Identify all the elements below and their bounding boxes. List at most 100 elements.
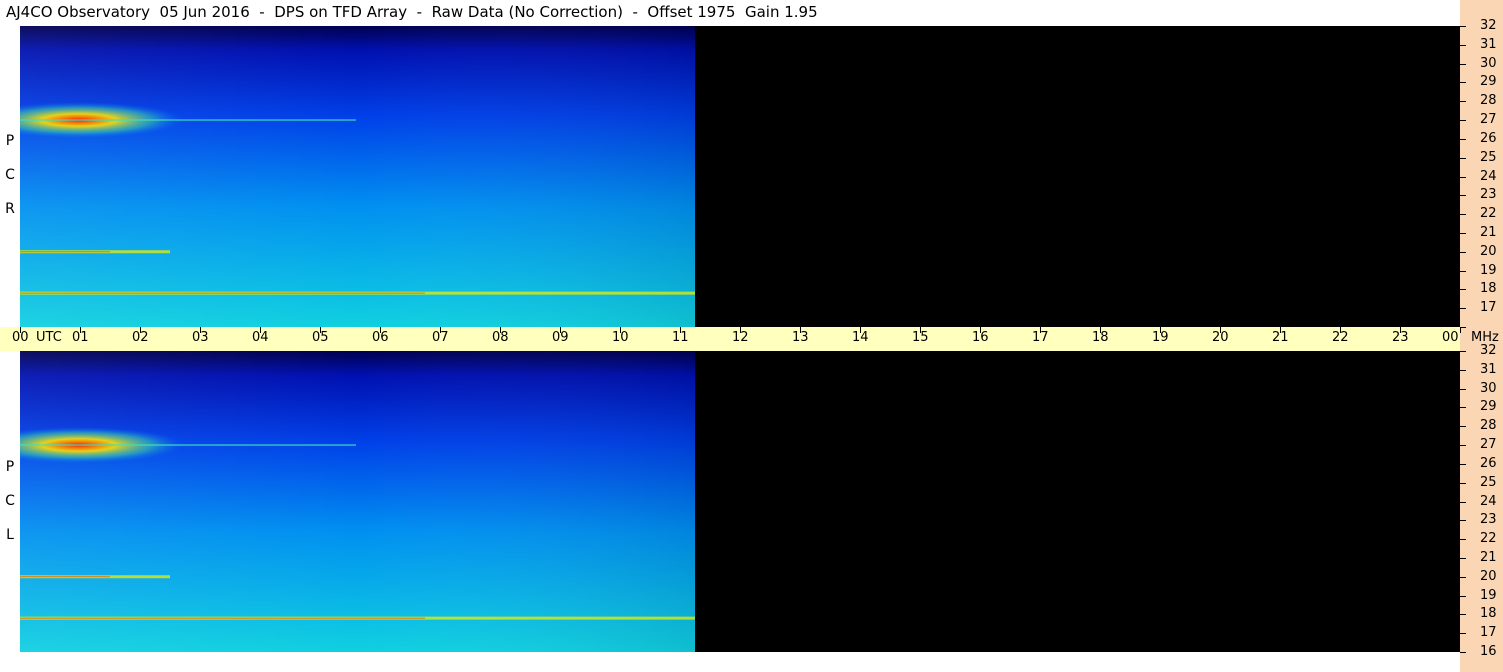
rcp-mhz-label-17: 17: [1480, 300, 1497, 316]
utc-tick-mark-6: [380, 327, 381, 333]
lcp-mhz-tick-29: [1460, 407, 1466, 409]
lcp-mhz-tick-23: [1460, 520, 1466, 522]
lcp-mhz-tick-20: [1460, 576, 1466, 578]
rcp-mhz-tick-30: [1460, 63, 1466, 65]
utc-tick-mark-3: [200, 327, 201, 333]
rcp-spectrogram: [20, 26, 1460, 327]
lcp-mhz-label-17: 17: [1480, 625, 1497, 641]
rcp-mhz-tick-25: [1460, 157, 1466, 159]
rcp-mhz-tick-28: [1460, 101, 1466, 103]
utc-tick-mark-15: [920, 327, 921, 333]
lcp-feature-1-core: [20, 617, 425, 619]
lcp-label-1: P: [5, 459, 15, 475]
lcp-mhz-tick-25: [1460, 482, 1466, 484]
rcp-label-2: C: [5, 167, 15, 183]
lcp-shade: [20, 351, 695, 652]
rcp-mhz-label-25: 25: [1480, 149, 1497, 165]
lcp-mhz-tick-21: [1460, 557, 1466, 559]
lcp-mhz-label-27: 27: [1480, 437, 1497, 453]
lcp-feature-0-streak: [20, 444, 356, 447]
lcp-mhz-label-22: 22: [1480, 531, 1497, 547]
utc-tick-mark-7: [440, 327, 441, 333]
rcp-mhz-label-31: 31: [1480, 36, 1497, 52]
utc-tick-mark-0: [20, 327, 21, 333]
rcp-mhz-label-28: 28: [1480, 93, 1497, 109]
rcp-label-3: R: [5, 201, 15, 217]
lcp-mhz-tick-19: [1460, 595, 1466, 597]
rcp-mhz-tick-17: [1460, 308, 1466, 310]
rcp-mhz-label-23: 23: [1480, 187, 1497, 203]
lcp-mhz-tick-31: [1460, 369, 1466, 371]
rcp-mhz-tick-22: [1460, 214, 1466, 216]
utc-tick-mark-8: [500, 327, 501, 333]
chart-title: AJ4CO Observatory 05 Jun 2016 - DPS on T…: [6, 3, 818, 21]
utc-tick-mark-13: [800, 327, 801, 333]
lcp-mhz-label-21: 21: [1480, 549, 1497, 565]
lcp-mhz-tick-16: [1460, 652, 1466, 653]
rcp-mhz-tick-24: [1460, 176, 1466, 178]
utc-tick-mark-19: [1160, 327, 1161, 333]
utc-tick-mark-20: [1220, 327, 1221, 333]
rcp-mhz-label-26: 26: [1480, 130, 1497, 146]
utc-tick-mark-23: [1400, 327, 1401, 333]
rcp-mhz-tick-20: [1460, 251, 1466, 253]
lcp-label-3: L: [6, 527, 14, 543]
rcp-mhz-label-24: 24: [1480, 168, 1497, 184]
utc-tick-mark-18: [1100, 327, 1101, 333]
lcp-mhz-tick-28: [1460, 426, 1466, 428]
lcp-feature-2-core: [20, 576, 110, 578]
rcp-mhz-label-27: 27: [1480, 112, 1497, 128]
lcp-mhz-tick-24: [1460, 501, 1466, 503]
lcp-mhz-tick-27: [1460, 445, 1466, 447]
lcp-mhz-label-19: 19: [1480, 587, 1497, 603]
rcp-mhz-label-22: 22: [1480, 206, 1497, 222]
rcp-mhz-label-30: 30: [1480, 55, 1497, 71]
lcp-mhz-label-24: 24: [1480, 493, 1497, 509]
lcp-spectrogram: [20, 351, 1460, 652]
lcp-mhz-label-32: 32: [1480, 343, 1497, 358]
lcp-mhz-label-30: 30: [1480, 380, 1497, 396]
lcp-mhz-tick-22: [1460, 539, 1466, 541]
rcp-mhz-tick-18: [1460, 289, 1466, 291]
lcp-mhz-label-26: 26: [1480, 455, 1497, 471]
rcp-mhz-tick-26: [1460, 138, 1466, 140]
lcp-mhz-label-28: 28: [1480, 418, 1497, 434]
rcp-mhz-tick-27: [1460, 120, 1466, 122]
utc-tick-label-24: 00: [1442, 330, 1459, 345]
lcp-mhz-tick-18: [1460, 614, 1466, 616]
rcp-feature-0-streak: [20, 119, 356, 122]
rcp-label-1: P: [5, 133, 15, 149]
rcp-mhz-tick-31: [1460, 44, 1466, 46]
utc-tick-mark-1: [80, 327, 81, 333]
rcp-feature-2-core: [20, 251, 110, 253]
utc-tick-mark-12: [740, 327, 741, 333]
lcp-mhz-tick-30: [1460, 388, 1466, 390]
lcp-label-2: C: [5, 493, 15, 509]
lcp-mhz-label-18: 18: [1480, 606, 1497, 622]
lcp-heatmap-svg: [20, 351, 695, 652]
utc-tick-mark-5: [320, 327, 321, 333]
utc-tick-mark-14: [860, 327, 861, 333]
lcp-mhz-label-25: 25: [1480, 474, 1497, 490]
lcp-mhz-label-29: 29: [1480, 399, 1497, 415]
utc-tick-mark-11: [680, 327, 681, 333]
utc-tick-mark-16: [980, 327, 981, 333]
utc-time-axis: [0, 327, 1460, 351]
utc-tick-mark-9: [560, 327, 561, 333]
rcp-mhz-label-32: 32: [1480, 18, 1497, 33]
utc-unit-label: UTC: [36, 330, 62, 345]
rcp-mhz-label-18: 18: [1480, 281, 1497, 297]
lcp-mhz-label-23: 23: [1480, 512, 1497, 528]
rcp-feature-1-core: [20, 292, 425, 294]
utc-tick-mark-21: [1280, 327, 1281, 333]
lcp-mhz-label-31: 31: [1480, 361, 1497, 377]
utc-tick-mark-17: [1040, 327, 1041, 333]
rcp-mhz-tick-29: [1460, 82, 1466, 84]
lcp-mhz-label-16: 16: [1480, 644, 1497, 659]
rcp-mhz-tick-19: [1460, 270, 1466, 272]
lcp-mhz-tick-17: [1460, 633, 1466, 635]
utc-tick-mark-10: [620, 327, 621, 333]
lcp-mhz-tick-26: [1460, 463, 1466, 465]
rcp-mhz-tick-16: [1460, 327, 1466, 328]
lcp-mhz-tick-32: [1460, 351, 1466, 352]
